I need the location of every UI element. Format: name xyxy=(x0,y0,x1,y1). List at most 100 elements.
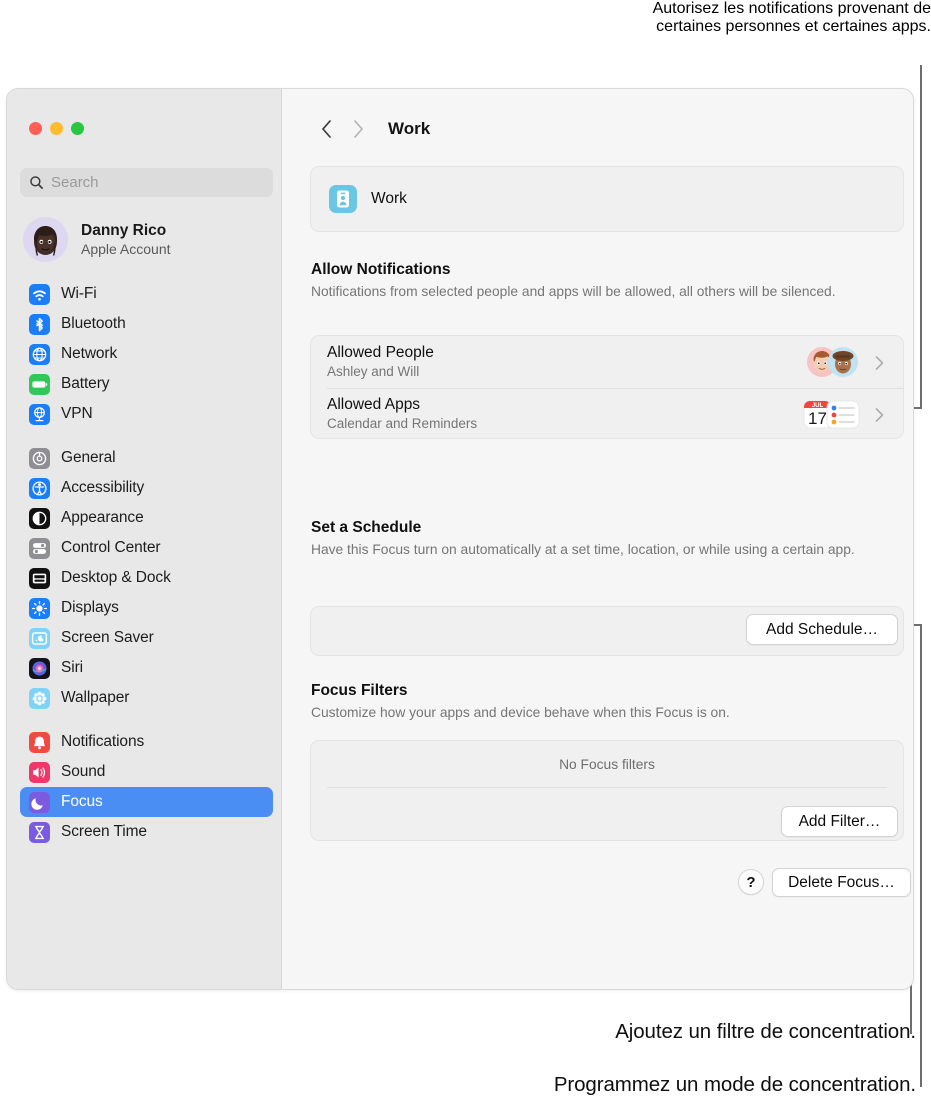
set-schedule-title: Set a Schedule xyxy=(311,519,422,536)
row-subtitle: Calendar and Reminders xyxy=(327,416,478,431)
sidebar-item-label: Control Center xyxy=(61,539,161,556)
callout-caption-add-schedule: Programmez un mode de concentration. xyxy=(553,1073,916,1096)
sidebar-item-displays[interactable]: Displays xyxy=(20,593,273,623)
sidebar-item-label: Desktop & Dock xyxy=(61,569,171,586)
sidebar-group-network: Wi-Fi Bluetooth Network Battery VPN xyxy=(20,279,273,429)
row-allowed-apps[interactable]: Allowed Apps Calendar and Reminders JUL … xyxy=(311,388,903,440)
vpn-icon xyxy=(29,403,50,425)
divider xyxy=(327,787,887,788)
allow-notifications-description: Notifications from selected people and a… xyxy=(311,284,836,299)
row-title: Allowed People xyxy=(327,344,434,361)
window-traffic-lights xyxy=(29,122,84,135)
callout-top-line1: Autorisez les notifications provenant de xyxy=(652,0,931,17)
sidebar: Search Danny Rico Apple Account Wi-Fi Bl… xyxy=(7,89,282,989)
sidebar-item-bluetooth[interactable]: Bluetooth xyxy=(20,309,273,339)
add-filter-button[interactable]: Add Filter… xyxy=(781,806,898,837)
sidebar-item-label: Displays xyxy=(61,599,119,616)
delete-focus-button[interactable]: Delete Focus… xyxy=(772,868,911,897)
battery-icon xyxy=(29,373,50,395)
sidebar-item-sound[interactable]: Sound xyxy=(20,757,273,787)
bluetooth-icon xyxy=(29,313,50,335)
sidebar-item-label: Focus xyxy=(61,793,103,810)
sidebar-item-label: Siri xyxy=(61,659,83,676)
sidebar-item-label: Sound xyxy=(61,763,106,780)
sidebar-item-network[interactable]: Network xyxy=(20,339,273,369)
system-settings-window: Search Danny Rico Apple Account Wi-Fi Bl… xyxy=(6,88,914,990)
search-input[interactable]: Search xyxy=(20,168,273,197)
focus-header-name: Work xyxy=(371,190,407,207)
help-button[interactable]: ? xyxy=(738,869,764,895)
row-subtitle: Ashley and Will xyxy=(327,364,420,379)
wifi-icon xyxy=(29,283,50,305)
sidebar-item-label: Wallpaper xyxy=(61,689,130,706)
callout-caption-top: Autorisez les notifications provenant de… xyxy=(0,0,931,36)
chevron-right-icon xyxy=(875,408,887,422)
focus-filters-description: Customize how your apps and device behav… xyxy=(311,705,730,720)
focus-header-card[interactable]: Work xyxy=(310,166,904,232)
sidebar-item-label: Accessibility xyxy=(61,479,145,496)
sidebar-item-siri[interactable]: Siri xyxy=(20,653,273,683)
callout-top-line2: certaines personnes et certaines apps. xyxy=(656,18,931,35)
sidebar-group-system: General Accessibility Appearance Control… xyxy=(20,443,273,713)
account-name: Danny Rico xyxy=(81,222,167,239)
content-pane: Work Work Allow Notifications Notificati… xyxy=(282,89,913,989)
navigation-toolbar: Work xyxy=(310,116,430,142)
sidebar-item-desktop-dock[interactable]: Desktop & Dock xyxy=(20,563,273,593)
calendar-reminders-pair: JUL 17 xyxy=(803,397,861,431)
sidebar-item-wallpaper[interactable]: Wallpaper xyxy=(20,683,273,713)
sidebar-item-control-center[interactable]: Control Center xyxy=(20,533,273,563)
sidebar-group-alerts: Notifications Sound Focus Screen Time xyxy=(20,727,273,847)
sidebar-item-label: Battery xyxy=(61,375,110,392)
maximize-button[interactable] xyxy=(71,122,84,135)
allow-notifications-card: Allowed People Ashley and Will Allowed A… xyxy=(310,335,904,439)
row-allowed-people[interactable]: Allowed People Ashley and Will xyxy=(311,336,903,388)
allow-notifications-title: Allow Notifications xyxy=(311,261,451,278)
focus-icon xyxy=(29,791,50,813)
sidebar-item-accessibility[interactable]: Accessibility xyxy=(20,473,273,503)
sidebar-item-vpn[interactable]: VPN xyxy=(20,399,273,429)
displays-icon xyxy=(29,597,50,619)
screen-time-icon xyxy=(29,821,50,843)
sidebar-item-label: General xyxy=(61,449,116,466)
sidebar-item-wifi[interactable]: Wi-Fi xyxy=(20,279,273,309)
sidebar-item-label: Wi-Fi xyxy=(61,285,97,302)
work-focus-icon xyxy=(329,185,357,213)
sidebar-item-label: VPN xyxy=(61,405,93,422)
account-subtitle: Apple Account xyxy=(81,241,171,257)
sidebar-item-label: Screen Time xyxy=(61,823,147,840)
row-title: Allowed Apps xyxy=(327,396,421,413)
sidebar-item-label: Bluetooth xyxy=(61,315,126,332)
callout-line-schedule-vertical xyxy=(920,624,922,1087)
add-schedule-button[interactable]: Add Schedule… xyxy=(746,614,898,645)
gear-icon xyxy=(29,447,50,469)
notifications-icon xyxy=(29,731,50,753)
svg-text:17: 17 xyxy=(808,409,827,428)
search-placeholder: Search xyxy=(51,174,99,191)
focus-filters-title: Focus Filters xyxy=(311,682,408,699)
sidebar-item-label: Appearance xyxy=(61,509,144,526)
sidebar-item-screen-time[interactable]: Screen Time xyxy=(20,817,273,847)
forward-button[interactable] xyxy=(342,116,374,142)
sound-icon xyxy=(29,761,50,783)
network-icon xyxy=(29,343,50,365)
minimize-button[interactable] xyxy=(50,122,63,135)
sidebar-nav: Wi-Fi Bluetooth Network Battery VPN Gene… xyxy=(20,279,273,861)
account-row[interactable]: Danny Rico Apple Account xyxy=(23,217,273,262)
appearance-icon xyxy=(29,507,50,529)
sidebar-item-general[interactable]: General xyxy=(20,443,273,473)
sidebar-item-focus[interactable]: Focus xyxy=(20,787,273,817)
sidebar-item-label: Network xyxy=(61,345,118,362)
chevron-right-icon xyxy=(875,356,887,370)
memoji-pair xyxy=(805,346,861,378)
sidebar-item-appearance[interactable]: Appearance xyxy=(20,503,273,533)
back-button[interactable] xyxy=(310,116,342,142)
sidebar-item-screen-saver[interactable]: Screen Saver xyxy=(20,623,273,653)
callout-line-top-vertical xyxy=(920,65,922,408)
wallpaper-icon xyxy=(29,687,50,709)
sidebar-item-battery[interactable]: Battery xyxy=(20,369,273,399)
sidebar-item-notifications[interactable]: Notifications xyxy=(20,727,273,757)
siri-icon xyxy=(29,657,50,679)
accessibility-icon xyxy=(29,477,50,499)
sidebar-item-label: Screen Saver xyxy=(61,629,154,646)
close-button[interactable] xyxy=(29,122,42,135)
